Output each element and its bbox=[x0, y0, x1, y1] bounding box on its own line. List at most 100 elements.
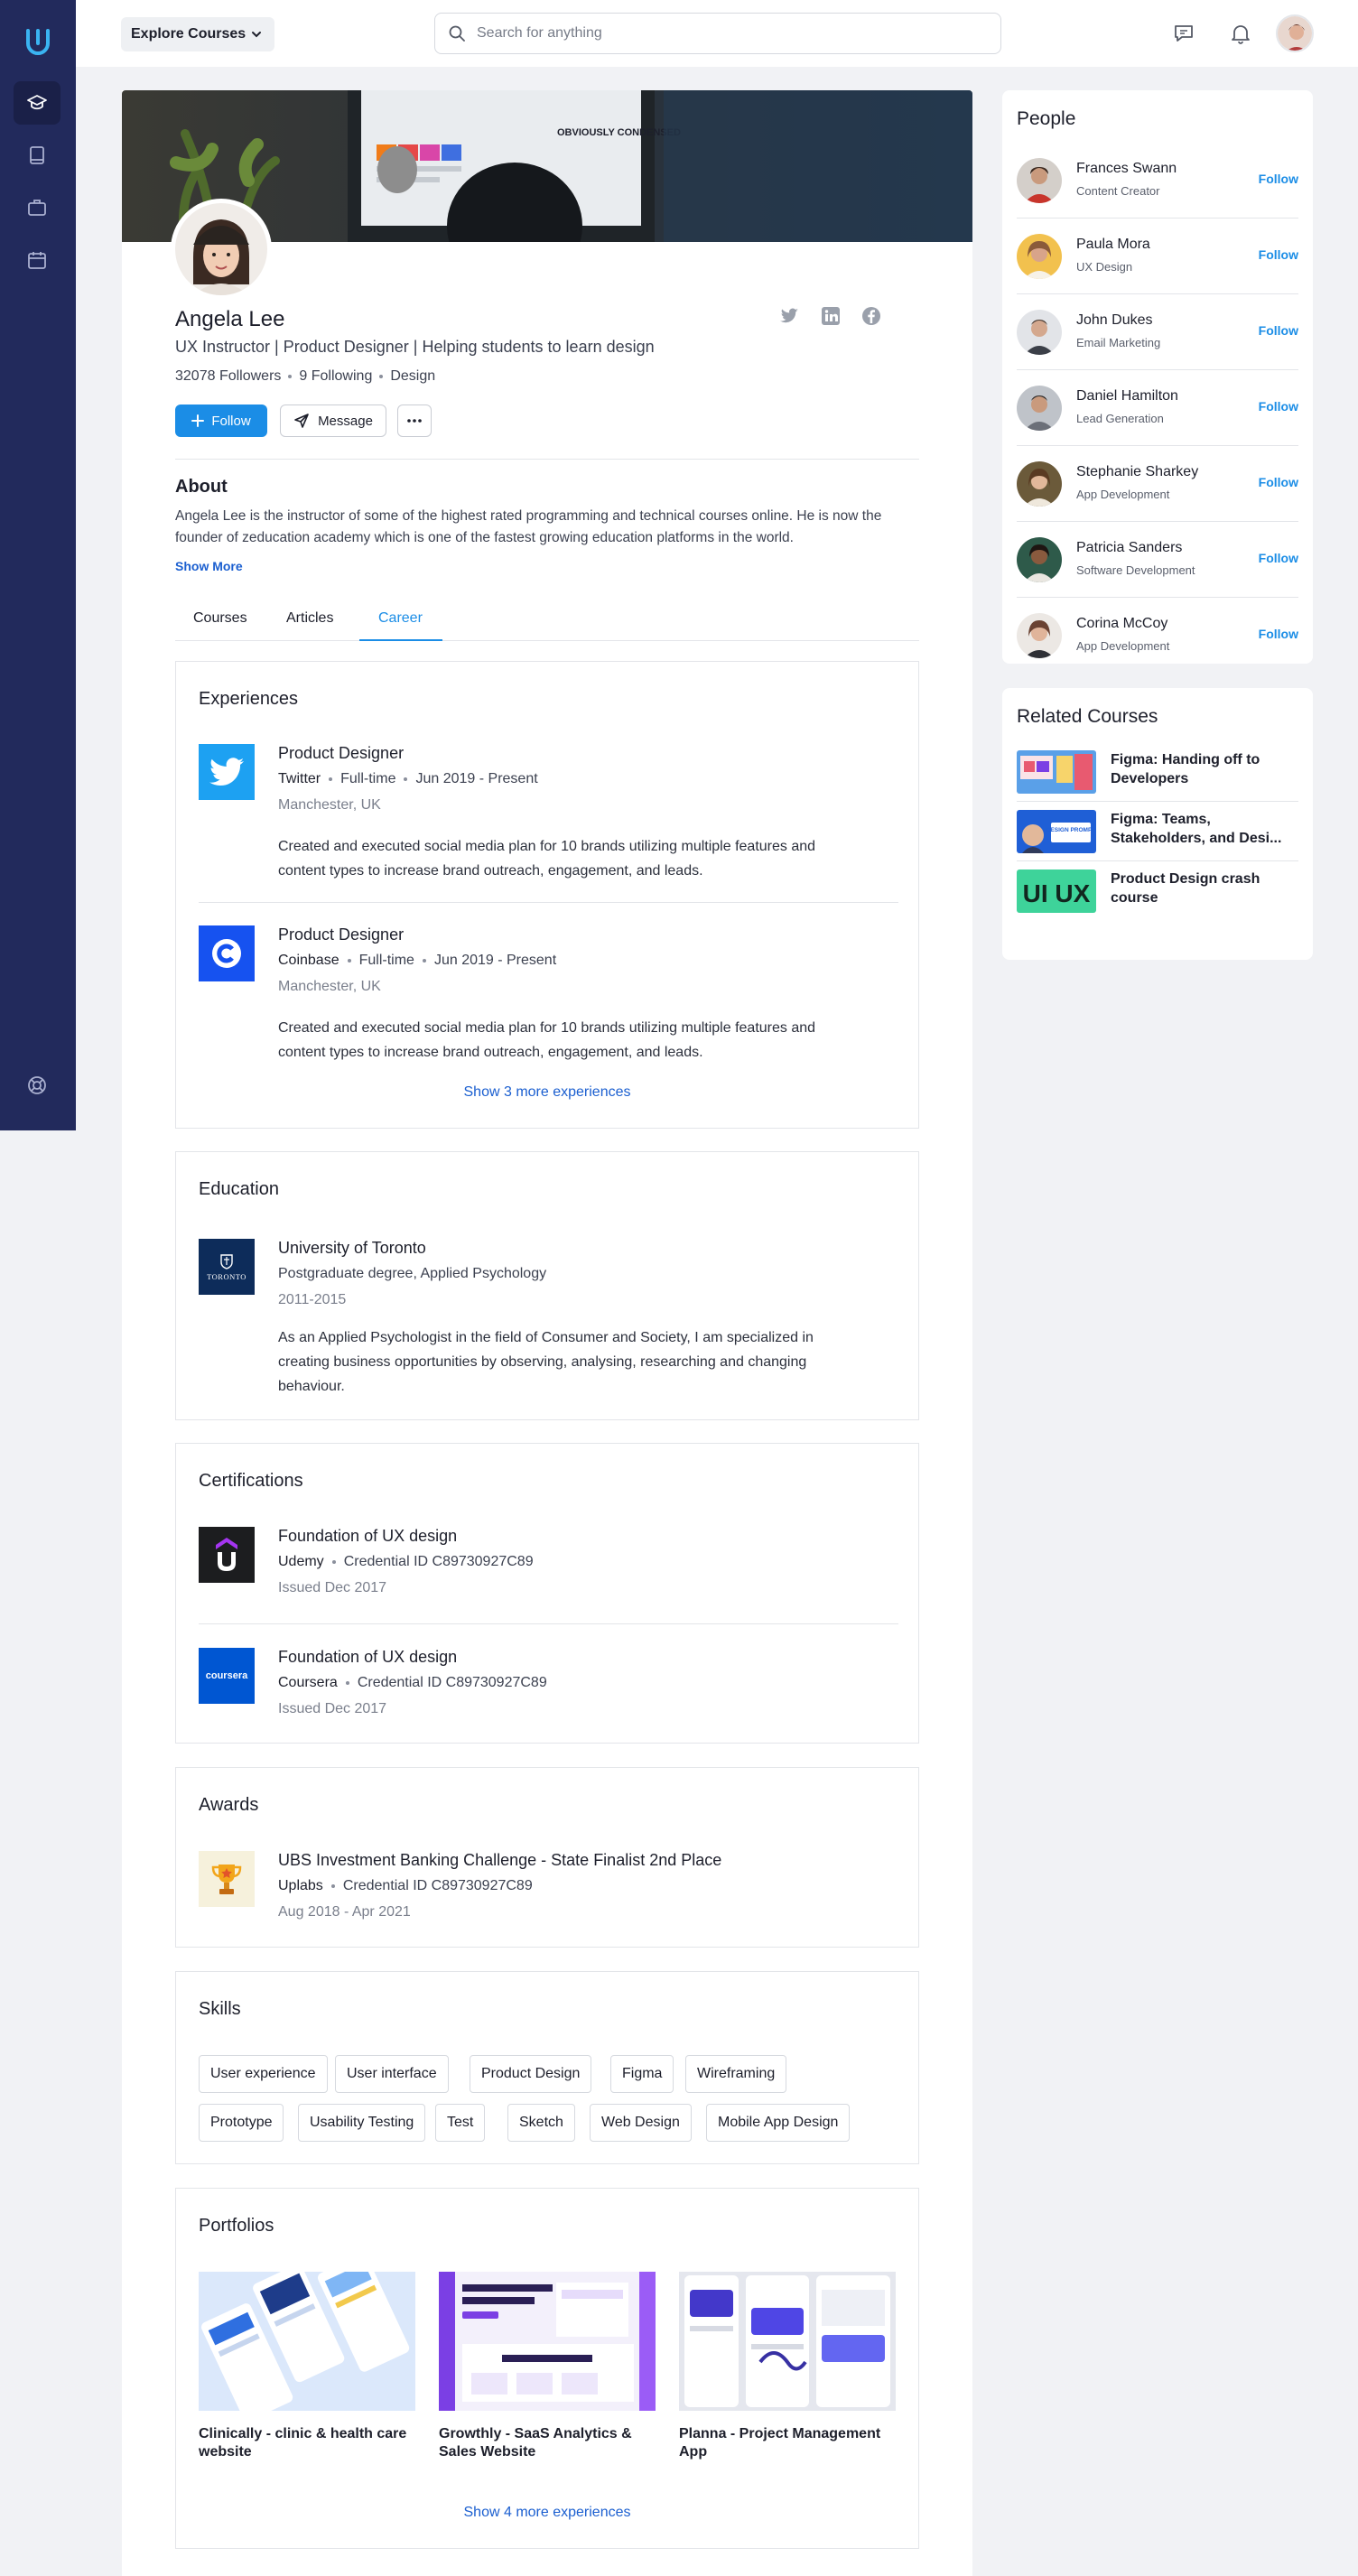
experience-company[interactable]: Coinbase bbox=[278, 953, 340, 969]
portfolio-thumbnail bbox=[439, 2272, 656, 2411]
skill-chip[interactable]: Product Design bbox=[470, 2055, 592, 2093]
experiences-title: Experiences bbox=[199, 689, 299, 709]
search-bar bbox=[434, 13, 1001, 54]
portfolio-item[interactable]: Growthly - SaaS Analytics & Sales Websit… bbox=[439, 2272, 656, 2461]
person-follow-button[interactable]: Follow bbox=[1259, 323, 1298, 338]
tab-articles[interactable]: Articles bbox=[286, 610, 333, 641]
show-more-experiences-link[interactable]: Show 3 more experiences bbox=[176, 1084, 918, 1101]
sidebar bbox=[0, 0, 76, 1130]
message-button[interactable]: Message bbox=[280, 405, 386, 437]
person-follow-button[interactable]: Follow bbox=[1259, 551, 1298, 565]
sidebar-item-jobs[interactable] bbox=[14, 186, 60, 229]
explore-courses-dropdown[interactable]: Explore Courses bbox=[121, 17, 274, 51]
university-logo-text: TORONTO bbox=[207, 1272, 246, 1281]
skill-chip[interactable]: User experience bbox=[199, 2055, 328, 2093]
skill-chip[interactable]: User interface bbox=[335, 2055, 449, 2093]
course-thumbnail-text: UI UX bbox=[1023, 879, 1091, 907]
award-issuer[interactable]: Uplabs bbox=[278, 1878, 323, 1894]
skill-chip[interactable]: Web Design bbox=[590, 2104, 692, 2142]
person-role: App Development bbox=[1076, 639, 1170, 653]
skill-chip[interactable]: Wireframing bbox=[685, 2055, 787, 2093]
skill-chip[interactable]: Prototype bbox=[199, 2104, 284, 2142]
award-item: UBS Investment Banking Challenge - State… bbox=[199, 1851, 898, 1923]
portfolio-thumbnail bbox=[679, 2272, 896, 2411]
chat-icon[interactable] bbox=[1172, 22, 1195, 45]
user-avatar[interactable] bbox=[1276, 14, 1314, 52]
person-avatar bbox=[1017, 234, 1062, 279]
person-item[interactable]: Frances Swann Content Creator Follow bbox=[1017, 143, 1298, 219]
person-name: John Dukes bbox=[1076, 312, 1153, 328]
person-item[interactable]: John Dukes Email Marketing Follow bbox=[1017, 294, 1298, 370]
bell-icon[interactable] bbox=[1229, 22, 1252, 45]
person-item[interactable]: Corina McCoy App Development Follow bbox=[1017, 598, 1298, 674]
awards-section: Awards UBS Investment Banking Challenge … bbox=[175, 1767, 919, 1948]
coinbase-logo-icon bbox=[199, 925, 255, 981]
banner-screen-text: OBVIOUSLY CONDENSED bbox=[557, 127, 681, 138]
experiences-section: Experiences Product Designer Twitter Ful… bbox=[175, 661, 919, 1129]
experience-item: Product Designer Coinbase Full-time Jun … bbox=[199, 925, 898, 1070]
related-course-item[interactable]: Figma: Handing off to Developers bbox=[1017, 742, 1298, 802]
person-item[interactable]: Stephanie Sharkey App Development Follow bbox=[1017, 446, 1298, 522]
education-item: TORONTO University of Toronto Postgradua… bbox=[199, 1239, 898, 1401]
sidebar-item-calendar[interactable] bbox=[14, 238, 60, 282]
certification-issued: Issued Dec 2017 bbox=[278, 1580, 387, 1595]
person-item[interactable]: Patricia Sanders Software Development Fo… bbox=[1017, 522, 1298, 598]
tab-courses[interactable]: Courses bbox=[193, 610, 247, 641]
skill-chip[interactable]: Figma bbox=[610, 2055, 674, 2093]
search-icon bbox=[449, 25, 465, 42]
tab-career[interactable]: Career bbox=[359, 610, 442, 641]
show-more-portfolios-link[interactable]: Show 4 more experiences bbox=[176, 2505, 918, 2521]
portfolio-name: Clinically - clinic & health care websit… bbox=[199, 2426, 407, 2460]
message-button-label: Message bbox=[318, 413, 373, 429]
portfolio-item[interactable]: Planna - Project Management App bbox=[679, 2272, 896, 2461]
followers-count[interactable]: 32078 Followers bbox=[175, 368, 281, 385]
experience-period: Jun 2019 - Present bbox=[415, 771, 538, 786]
top-bar: Explore Courses bbox=[76, 0, 1358, 67]
sidebar-item-library[interactable] bbox=[14, 134, 60, 177]
experience-company[interactable]: Twitter bbox=[278, 771, 321, 787]
related-course-item[interactable]: DESIGN PROMPT Figma: Teams, Stakeholders… bbox=[1017, 802, 1298, 861]
book-icon bbox=[30, 146, 44, 164]
search-input[interactable] bbox=[477, 25, 964, 42]
sidebar-item-courses[interactable] bbox=[14, 81, 60, 125]
more-options-button[interactable] bbox=[397, 405, 432, 437]
person-name: Frances Swann bbox=[1076, 161, 1177, 176]
certification-issuer[interactable]: Udemy bbox=[278, 1554, 324, 1570]
portfolio-item[interactable]: Clinically - clinic & health care websit… bbox=[199, 2272, 415, 2461]
person-role: UX Design bbox=[1076, 260, 1133, 274]
skill-chip[interactable]: Sketch bbox=[507, 2104, 575, 2142]
following-count[interactable]: 9 Following bbox=[299, 368, 372, 385]
skill-chip[interactable]: Test bbox=[435, 2104, 486, 2142]
briefcase-icon bbox=[28, 200, 46, 216]
person-follow-button[interactable]: Follow bbox=[1259, 475, 1298, 489]
education-school[interactable]: University of Toronto bbox=[278, 1239, 426, 1258]
related-courses-title: Related Courses bbox=[1017, 706, 1158, 727]
certification-credential: Credential ID C89730927C89 bbox=[343, 1554, 534, 1569]
facebook-icon[interactable] bbox=[860, 305, 882, 327]
experience-description: Created and executed social media plan f… bbox=[278, 839, 816, 879]
person-follow-button[interactable]: Follow bbox=[1259, 627, 1298, 641]
person-follow-button[interactable]: Follow bbox=[1259, 247, 1298, 262]
show-more-link[interactable]: Show More bbox=[175, 559, 243, 573]
linkedin-icon[interactable] bbox=[820, 305, 842, 327]
experience-type: Full-time bbox=[340, 771, 396, 786]
app-logo-icon[interactable] bbox=[20, 23, 56, 60]
certification-issuer[interactable]: Coursera bbox=[278, 1675, 338, 1691]
person-follow-button[interactable]: Follow bbox=[1259, 172, 1298, 186]
skill-chip[interactable]: Usability Testing bbox=[298, 2104, 426, 2142]
sidebar-item-support[interactable] bbox=[14, 1064, 60, 1107]
course-thumbnail-text: DESIGN PROMPT bbox=[1046, 827, 1096, 833]
follow-button[interactable]: Follow bbox=[175, 405, 267, 437]
people-panel: People Frances Swann Content Creator Fol… bbox=[1002, 90, 1313, 664]
person-role: App Development bbox=[1076, 488, 1170, 501]
related-course-item[interactable]: UI UX Product Design crash course bbox=[1017, 861, 1298, 921]
person-item[interactable]: Paula Mora UX Design Follow bbox=[1017, 219, 1298, 294]
twitter-icon[interactable] bbox=[778, 305, 800, 327]
person-item[interactable]: Daniel Hamilton Lead Generation Follow bbox=[1017, 370, 1298, 446]
experience-title: Product Designer bbox=[278, 744, 405, 762]
trophy-icon bbox=[199, 1851, 255, 1907]
skill-chip[interactable]: Mobile App Design bbox=[706, 2104, 851, 2142]
person-role: Software Development bbox=[1076, 563, 1195, 577]
person-follow-button[interactable]: Follow bbox=[1259, 399, 1298, 414]
experience-location: Manchester, UK bbox=[278, 979, 381, 994]
